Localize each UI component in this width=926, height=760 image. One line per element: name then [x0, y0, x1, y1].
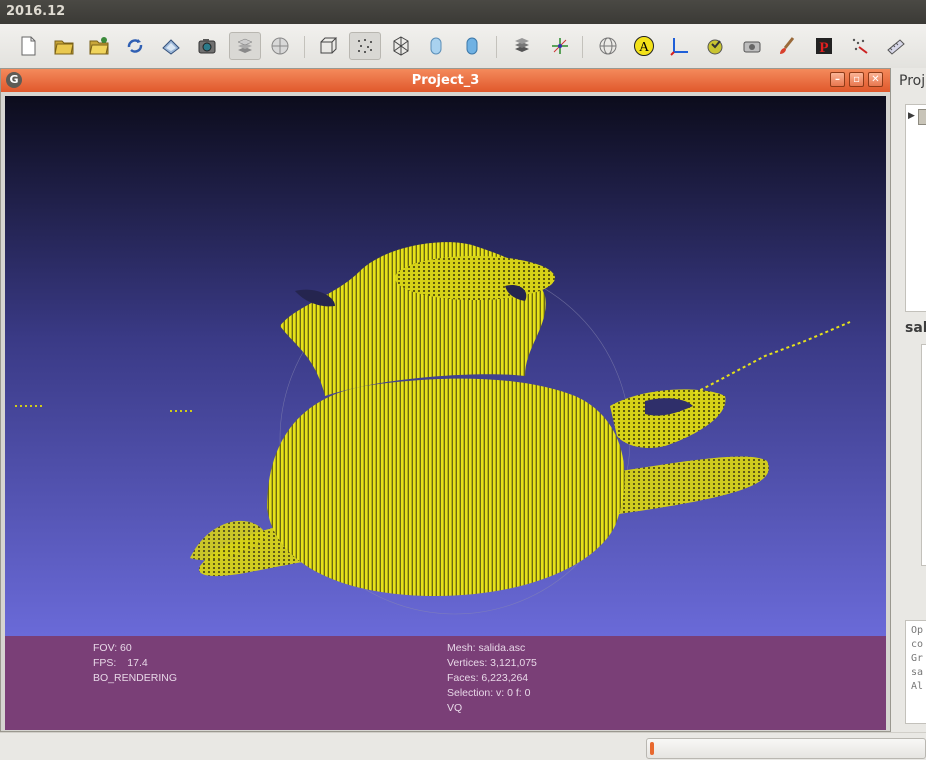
log-panel: Op co Gr sa Al [905, 620, 926, 724]
fps-label-text: FPS: [93, 657, 117, 669]
log-line: Op [911, 625, 924, 636]
pick-points-icon[interactable]: P [810, 32, 838, 60]
render-mode-label: BO_RENDERING [93, 672, 178, 684]
points-render-icon[interactable] [349, 32, 381, 60]
layer-tree[interactable]: ▶ [905, 104, 926, 312]
mesh-name-label: Mesh: salida.asc [447, 642, 526, 654]
project-panel-header: Proj [899, 73, 926, 89]
close-button[interactable]: ✕ [868, 72, 883, 87]
minimize-button[interactable]: – [830, 72, 845, 87]
snapshot-icon[interactable] [193, 32, 221, 60]
measure-icon[interactable] [882, 32, 910, 60]
reload-icon[interactable] [121, 32, 149, 60]
flat-render-icon[interactable] [422, 32, 450, 60]
subwindow-title: Project_3 [411, 73, 480, 88]
svg-text:A: A [639, 40, 650, 55]
viewport-info-bar: FOV: 60 FPS: 17.4 BO_RENDERING Mesh: sal… [5, 636, 886, 730]
fps-label: FPS: 17.4 [93, 656, 148, 671]
mesh-layer-icon[interactable] [918, 109, 926, 125]
layer-info-box [921, 344, 926, 566]
main-toolbar: A P [0, 24, 926, 69]
paint-brush-icon[interactable] [773, 32, 801, 60]
axis-icon[interactable] [666, 32, 694, 60]
subwindow-title-bar: G Project_3 – ▫ ✕ [1, 69, 890, 92]
fov-label: FOV: 60 [93, 642, 132, 654]
vertices-count-label: Vertices: 3,121,075 [447, 657, 537, 669]
3d-viewport[interactable]: FOV: 60 FPS: 17.4 BO_RENDERING Mesh: sal… [5, 96, 886, 730]
axes-move-icon[interactable] [546, 32, 574, 60]
sphere-icon[interactable] [266, 32, 294, 60]
app-title: 2016.12 [6, 4, 66, 19]
project-subwindow: G Project_3 – ▫ ✕ FOV: 60 FPS: 17.4 BO_R… [0, 68, 891, 732]
restore-button[interactable]: ▫ [849, 72, 864, 87]
toolbar-separator [496, 36, 497, 58]
log-line: co [911, 639, 924, 650]
open-folder-icon[interactable] [50, 32, 78, 60]
layer-info-label: sal [905, 320, 926, 336]
right-dock-panel: Proj ▶ sal Op co Gr sa Al [891, 68, 926, 732]
expand-arrow-icon[interactable]: ▶ [908, 111, 915, 121]
open-project-icon[interactable] [85, 32, 113, 60]
app-title-bar: 2016.12 [0, 0, 926, 24]
progress-bar [646, 738, 926, 759]
fps-value: 17.4 [127, 657, 148, 669]
globe-icon[interactable] [594, 32, 622, 60]
selection-label: Selection: v: 0 f: 0 [447, 687, 531, 699]
smooth-render-icon[interactable] [458, 32, 486, 60]
bbox-icon[interactable] [314, 32, 342, 60]
faces-count-label: Faces: 6,223,264 [447, 672, 529, 684]
svg-text:P: P [819, 40, 828, 56]
log-line: Al [911, 681, 924, 692]
new-file-icon[interactable] [14, 32, 42, 60]
progress-fill [650, 742, 654, 755]
texture-icon[interactable] [508, 32, 536, 60]
vq-label: VQ [447, 702, 463, 714]
annotation-a-icon[interactable]: A [630, 32, 658, 60]
app-logo-icon: G [6, 72, 22, 88]
toolbar-separator [582, 36, 583, 58]
wireframe-render-icon[interactable] [387, 32, 415, 60]
log-line: Gr [911, 653, 924, 664]
log-line: sa [911, 667, 924, 678]
save-icon[interactable] [157, 32, 185, 60]
viewport-canvas[interactable] [5, 96, 886, 636]
align-icon[interactable] [846, 32, 874, 60]
layers-icon[interactable] [229, 32, 261, 60]
camera-icon[interactable] [738, 32, 766, 60]
color-icon[interactable] [701, 32, 729, 60]
toolbar-separator [304, 36, 305, 58]
